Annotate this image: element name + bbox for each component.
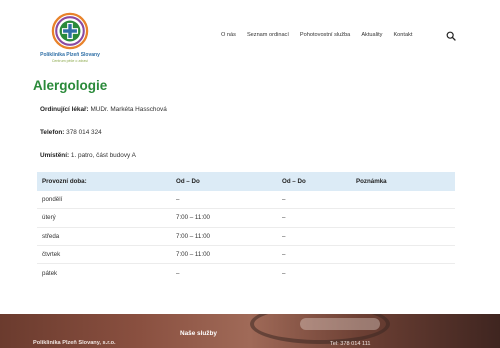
column-header: Poznámka	[356, 178, 387, 185]
table-row: čtvrtek 7:00 – 11:00 –	[37, 246, 455, 265]
nav-item-o-nas[interactable]: O nás	[221, 32, 236, 38]
nav-item-kontakt[interactable]: Kontakt	[393, 32, 412, 38]
nav-item-aktuality[interactable]: Aktuality	[361, 32, 382, 38]
table-row: úterý 7:00 – 11:00 –	[37, 209, 455, 228]
column-header: Provozní doba:	[42, 178, 87, 185]
logo-name: Poliklinika Plzeň Slovany	[40, 52, 100, 58]
nav-item-pohotovostni-sluzba[interactable]: Pohotovostní služba	[300, 32, 350, 38]
hours-cell: –	[282, 251, 286, 259]
column-header: Od – Do	[282, 178, 306, 185]
day-cell: úterý	[42, 214, 56, 222]
hours-cell: 7:00 – 11:00	[176, 232, 210, 240]
location-info: Umístění: 1. patro, část budovy A	[40, 152, 136, 159]
table-header: Provozní doba: Od – Do Od – Do Poznámka	[37, 172, 455, 191]
hours-cell: –	[282, 232, 286, 240]
hours-cell: –	[282, 214, 286, 222]
doctor-label: Ordinující lékař:	[40, 106, 89, 113]
table-row: středa 7:00 – 11:00 –	[37, 228, 455, 246]
hours-cell: 7:00 – 11:00	[176, 251, 210, 259]
opening-hours-table: Provozní doba: Od – Do Od – Do Poznámka …	[37, 172, 455, 282]
logo-cross-icon	[51, 12, 89, 50]
footer-company: Poliklinika Plzeň Slovany, s.r.o.	[33, 340, 116, 346]
logo[interactable]: Poliklinika Plzeň Slovany Centrum péče o…	[34, 12, 106, 68]
hours-cell: 7:00 – 11:00	[176, 214, 210, 222]
column-header: Od – Do	[176, 178, 200, 185]
day-cell: pondělí	[42, 196, 63, 204]
doctor-value: MUDr. Markéta Hasschová	[90, 106, 167, 113]
table-row: pátek – –	[37, 264, 455, 282]
site-footer: Naše služby Poliklinika Plzeň Slovany, s…	[0, 314, 500, 348]
footer-heading: Naše služby	[180, 330, 217, 337]
day-cell: čtvrtek	[42, 251, 61, 259]
footer-highlight-decoration	[300, 318, 380, 330]
page-title: Alergologie	[33, 78, 108, 93]
hours-cell: –	[176, 196, 180, 204]
phone-value: 378 014 324	[66, 129, 102, 136]
location-value: 1. patro, část budovy A	[70, 152, 136, 159]
day-cell: pátek	[42, 269, 58, 277]
hours-cell: –	[176, 269, 180, 277]
location-label: Umístění:	[40, 152, 70, 159]
logo-tagline: Centrum péče o zdraví	[51, 59, 89, 63]
search-icon[interactable]	[446, 31, 456, 41]
hours-cell: –	[282, 196, 286, 204]
footer-phone[interactable]: Tel: 378 014 111	[330, 341, 371, 347]
phone-info: Telefon: 378 014 324	[40, 129, 102, 136]
table-row: pondělí – –	[37, 191, 455, 210]
phone-label: Telefon:	[40, 129, 65, 136]
nav-item-seznam-ordinaci[interactable]: Seznam ordinací	[247, 32, 289, 38]
doctor-info: Ordinující lékař: MUDr. Markéta Hasschov…	[40, 106, 167, 113]
site-header: Poliklinika Plzeň Slovany Centrum péče o…	[0, 0, 500, 72]
main-nav: O nás Seznam ordinací Pohotovostní služb…	[221, 32, 423, 38]
hours-cell: –	[282, 269, 286, 277]
day-cell: středa	[42, 232, 60, 240]
